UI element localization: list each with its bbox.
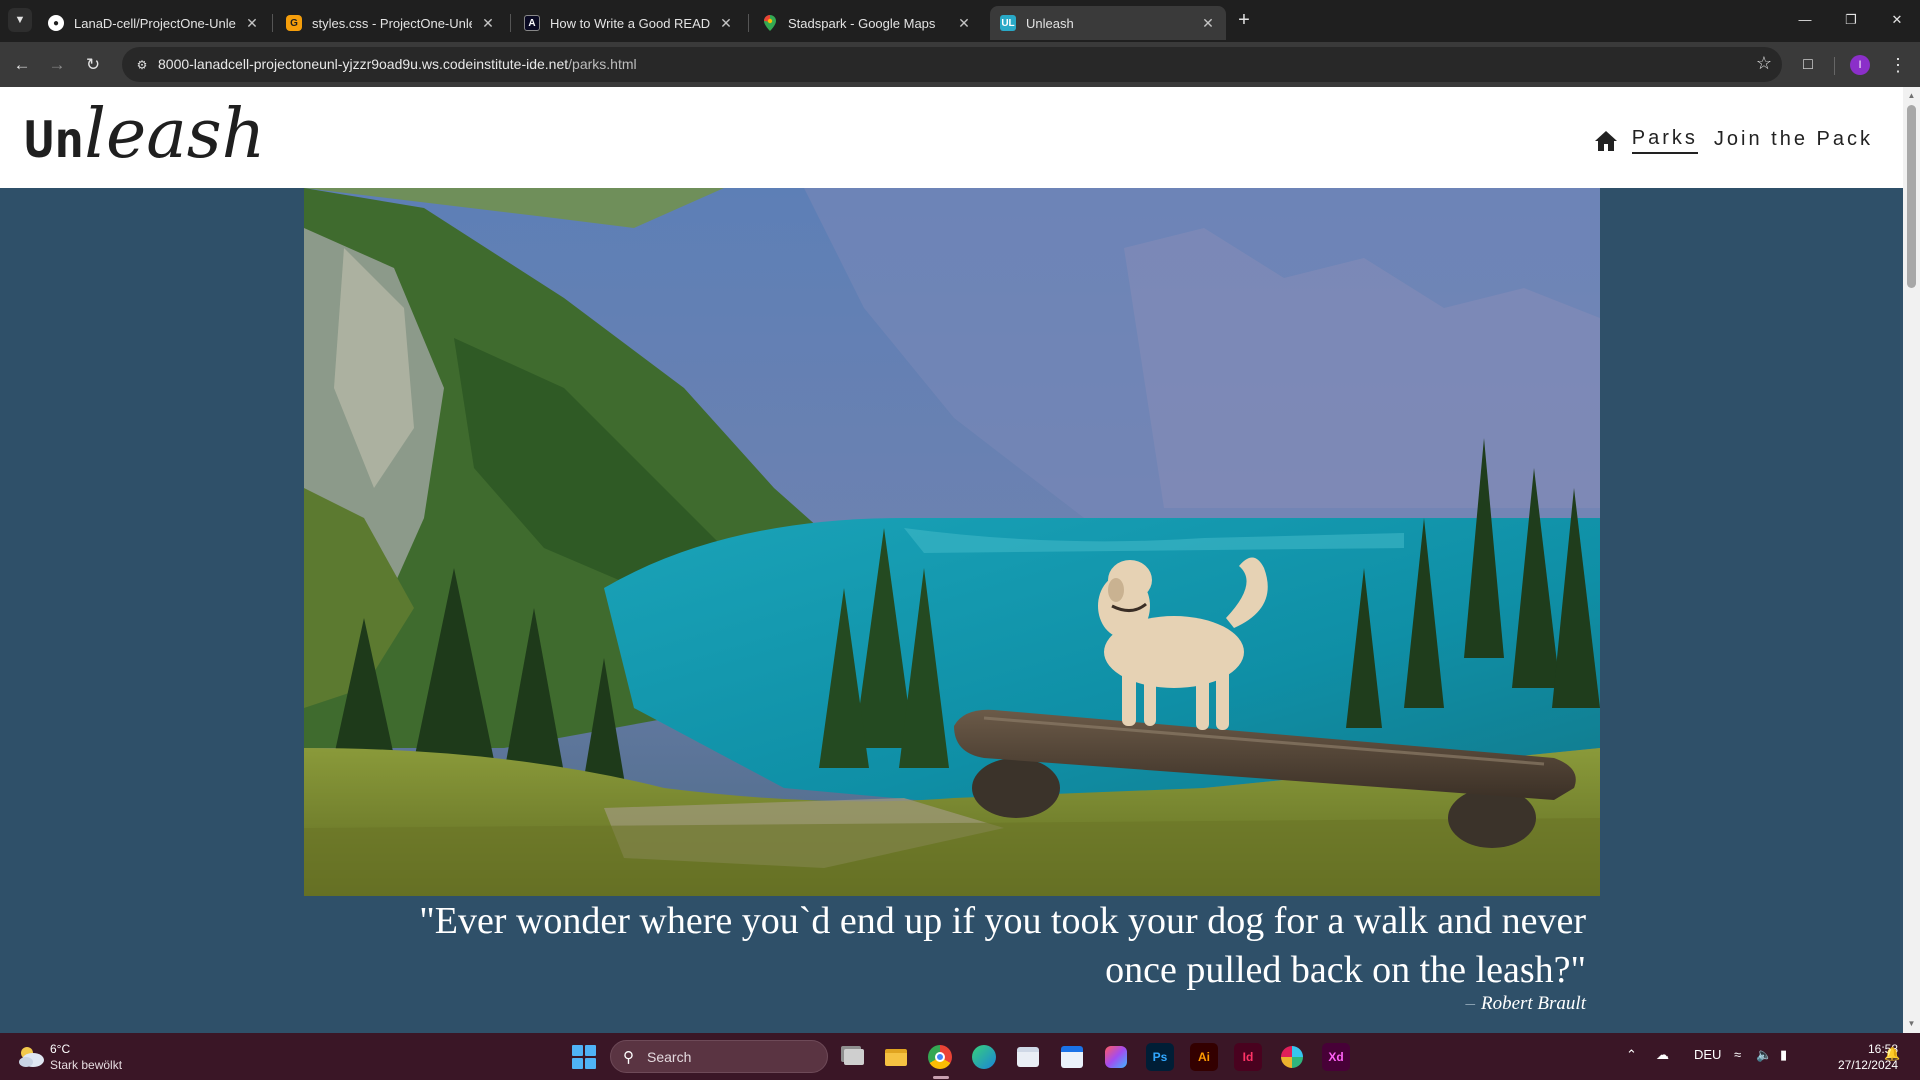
nav-link-join-the-pack[interactable]: Join the Pack [1714,128,1873,153]
store-icon[interactable] [1014,1043,1042,1071]
address-bar[interactable]: ⚙ 8000-lanadcell-projectoneunl-yjzzr9oad… [122,47,1782,82]
page-viewport: Unleash Parks Join the Pack "Ever wonder… [0,87,1920,1033]
toolbar-separator [1834,57,1835,75]
logo-prefix: Un [24,111,85,169]
search-icon: ⚲ [623,1049,634,1066]
unleash-favicon: UL [1000,15,1016,31]
new-tab-button[interactable]: + [1232,8,1256,32]
illustrator-icon[interactable]: Ai [1190,1043,1218,1071]
site-info-icon[interactable]: ⚙ [132,55,152,75]
home-icon[interactable] [1594,130,1618,152]
url-host: 8000-lanadcell-projectoneunl-yjzzr9oad9u… [158,56,569,72]
photoshop-icon[interactable]: Ps [1146,1043,1174,1071]
github-icon: ● [48,15,64,31]
onedrive-cloud-icon[interactable]: ☁ [1656,1047,1669,1063]
show-hidden-icons-chevron-icon[interactable]: ⌃ [1626,1047,1637,1063]
maps-pin-icon [762,15,778,31]
weather-cloud-icon[interactable] [16,1043,46,1069]
freecodecamp-icon: A [524,15,540,31]
quote-text: "Ever wonder where you`d end up if you t… [304,897,1586,995]
tab-separator [272,14,273,32]
restore-button[interactable]: ❐ [1836,8,1866,32]
battery-icon[interactable]: ▮ [1780,1047,1787,1063]
site-header: Unleash Parks Join the Pack [0,87,1903,188]
scroll-thumb[interactable] [1907,105,1916,288]
browser-toolbar: ← → ↻ ⚙ 8000-lanadcell-projectoneunl-yjz… [0,42,1920,87]
quote-line: once pulled back on the leash?" [1105,949,1586,991]
tab-title: LanaD-cell/ProjectOne-Unleash [74,15,236,31]
scroll-up-icon[interactable]: ▲ [1903,89,1920,103]
tab-search-button[interactable]: ▼ [8,8,32,32]
tab-unleash[interactable]: UL Unleash ✕ [990,6,1226,40]
taskbar-search[interactable]: ⚲ Search [610,1040,828,1073]
page-scrollbar[interactable]: ▲ ▼ [1903,87,1920,1033]
language-indicator[interactable]: DEU [1694,1047,1721,1062]
url-path: /parks.html [568,56,637,72]
gitpod-icon: G [286,15,302,31]
browser-tab-strip: ▼ ● LanaD-cell/ProjectOne-Unleash ✕ G st… [0,0,1920,42]
hero-image [304,188,1600,896]
quote-author: – Robert Brault [304,993,1586,1015]
close-icon[interactable]: ✕ [480,15,496,32]
window-close-button[interactable]: ✕ [1882,8,1912,32]
tab-title: Unleash [1026,15,1074,31]
logo-suffix: leash [84,95,266,174]
windows-taskbar: 6°C Stark bewölkt ⚲ Search Ps Ai Id Xd ⌃… [0,1033,1920,1080]
chrome-icon[interactable] [926,1043,954,1071]
slack-icon[interactable] [1278,1043,1306,1071]
quote-line: "Ever wonder where you`d end up if you t… [419,900,1586,942]
file-explorer-icon[interactable] [882,1043,910,1071]
tab-readme[interactable]: A How to Write a Good README ✕ [514,6,744,40]
tab-separator [510,14,511,32]
forward-button[interactable]: → [44,52,70,78]
quote-author-name: Robert Brault [1480,993,1586,1014]
xd-icon[interactable]: Xd [1322,1043,1350,1071]
wifi-icon[interactable]: ≈ [1734,1047,1741,1062]
close-icon[interactable]: ✕ [956,15,972,32]
tab-title: How to Write a Good README [550,15,710,31]
url-text[interactable]: 8000-lanadcell-projectoneunl-yjzzr9oad9u… [158,56,637,72]
browser-menu-icon[interactable]: ⋮ [1886,53,1910,77]
close-icon[interactable]: ✕ [718,15,734,32]
back-button[interactable]: ← [9,52,35,78]
calendar-icon[interactable] [1058,1043,1086,1071]
close-icon[interactable]: ✕ [1200,15,1216,32]
tab-github[interactable]: ● LanaD-cell/ProjectOne-Unleash ✕ [38,6,270,40]
main-nav: Parks Join the Pack [1594,127,1873,154]
weather-description: Stark bewölkt [50,1058,123,1072]
quote-dash: – [1465,993,1475,1014]
tab-separator [748,14,749,32]
weather-temperature: 6°C [50,1042,71,1056]
reload-button[interactable]: ↻ [80,52,106,78]
volume-icon[interactable]: 🔈 [1756,1047,1772,1063]
tab-google-maps[interactable]: Stadspark - Google Maps ✕ [752,6,982,40]
nav-link-parks[interactable]: Parks [1631,127,1698,154]
creative-cloud-icon[interactable] [1102,1043,1130,1071]
minimize-button[interactable]: — [1790,8,1820,32]
windows-start-icon[interactable] [572,1045,596,1069]
indesign-icon[interactable]: Id [1234,1043,1262,1071]
task-view-icon[interactable] [840,1043,868,1071]
profile-avatar[interactable]: I [1850,55,1870,75]
close-icon[interactable]: ✕ [244,15,260,32]
active-app-indicator [933,1076,949,1079]
tab-title: Stadspark - Google Maps [788,15,936,31]
bookmark-star-icon[interactable]: ☆ [1756,53,1772,74]
notification-bell-icon[interactable]: 🔔 [1884,1046,1900,1062]
tab-styles-css[interactable]: G styles.css - ProjectOne-Unleash ✕ [276,6,506,40]
edge-icon[interactable] [970,1043,998,1071]
scroll-down-icon[interactable]: ▼ [1903,1017,1920,1031]
site-logo[interactable]: Unleash [24,95,265,174]
tab-title: styles.css - ProjectOne-Unleash [312,15,472,31]
search-label: Search [647,1049,692,1065]
extensions-icon[interactable]: □ [1796,53,1820,77]
